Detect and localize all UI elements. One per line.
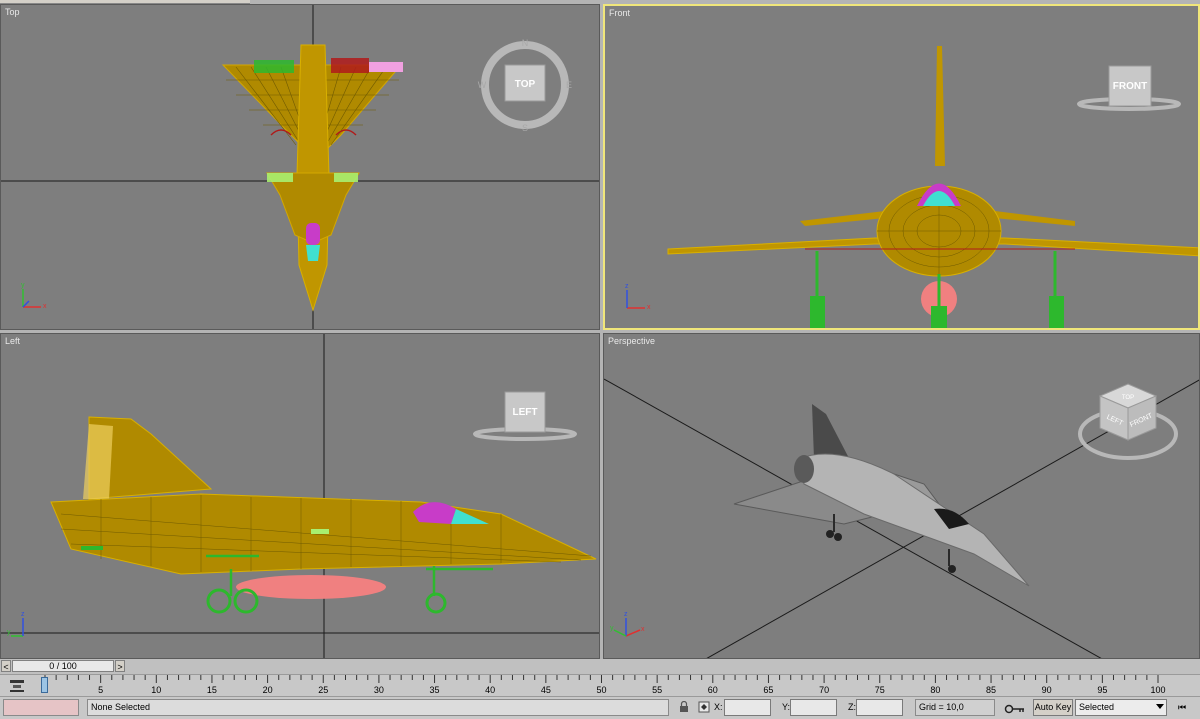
key-filter-dropdown[interactable]: Selected (1075, 699, 1167, 716)
track-bar-row: 5 10 15 20 25 30 35 40 45 50 55 60 65 70 75 80 85 90 95 100 (0, 674, 1200, 697)
track-bar[interactable]: 5 10 15 20 25 30 35 40 45 50 55 60 65 70 75 80 85 90 95 100 (40, 675, 1180, 697)
selection-prompt: None Selected (87, 699, 669, 716)
track-view-icon[interactable] (8, 678, 26, 694)
status-bar: None Selected X: Y: Z: Grid = 10,0 Auto … (0, 696, 1200, 719)
axis-tripod-left: y z (7, 611, 25, 637)
bottom-panel: < 0 / 100 > 5 10 15 20 25 30 35 40 45 50 55 60 65 70 7… (0, 659, 1200, 719)
viewport-label-top[interactable]: Top (5, 7, 20, 17)
viewcube-perspective[interactable]: TOP LEFT FRONT (1076, 378, 1186, 464)
timeline-tick-label: 100 (1150, 685, 1166, 695)
absolute-mode-icon[interactable] (698, 701, 710, 713)
x-label: X: (714, 702, 723, 712)
y-label: Y: (782, 702, 791, 712)
timeline-tick-label: 60 (707, 685, 718, 695)
y-coordinate-field[interactable] (790, 699, 837, 716)
viewcube-top-label: TOP (515, 79, 536, 90)
timeline-tick-label: 25 (318, 685, 329, 695)
key-filter-value: Selected (1079, 702, 1115, 712)
z-label: Z: (848, 702, 856, 712)
time-slider-next-button[interactable]: > (115, 660, 125, 672)
key-icon[interactable] (1004, 702, 1026, 716)
viewport-label-perspective[interactable]: Perspective (608, 336, 655, 346)
svg-text:y: y (7, 629, 11, 636)
svg-text:N: N (522, 39, 529, 48)
svg-text:z: z (625, 283, 629, 290)
timeline-tick-label: 5 (98, 685, 104, 695)
timeline-tick-label: 40 (485, 685, 496, 695)
svg-text:W: W (478, 80, 487, 90)
x-coordinate-field[interactable] (724, 699, 771, 716)
svg-text:S: S (522, 123, 528, 131)
svg-text:y: y (21, 282, 25, 289)
svg-text:TOP: TOP (1122, 395, 1134, 401)
timeline-tick-label: 65 (763, 685, 774, 695)
timeline-tick-label: 75 (874, 685, 885, 695)
timeline-tick-label: 30 (373, 685, 384, 695)
viewport-left[interactable]: Left LEFT y z (0, 333, 600, 659)
z-coordinate-field[interactable] (856, 699, 903, 716)
axis-tripod-front: x z (625, 283, 651, 311)
viewcube-front-label: FRONT (1113, 81, 1147, 92)
lock-icon[interactable] (678, 701, 690, 713)
timeline-tick-label: 45 (540, 685, 551, 695)
viewport-top[interactable]: Top TOP N E S W x y (0, 4, 600, 330)
axis-tripod-perspective: x y z (610, 611, 645, 637)
timeline-tick-label: 90 (1041, 685, 1052, 695)
viewport-perspective[interactable]: Perspective TOP LEFT FRONT x y z (603, 333, 1200, 659)
timeline-tick-label: 95 (1097, 685, 1108, 695)
viewport-label-left[interactable]: Left (5, 336, 20, 346)
timeline-tick-label: 80 (930, 685, 941, 695)
chevron-down-icon (1156, 704, 1164, 709)
svg-text:z: z (624, 611, 628, 618)
viewcube-left-label: LEFT (513, 407, 538, 418)
timeline-tick-label: 50 (596, 685, 607, 695)
aircraft-top-wireframe (221, 44, 403, 312)
timeline-tick-label: 20 (262, 685, 273, 695)
current-frame-indicator[interactable] (41, 677, 48, 693)
viewcube-left[interactable]: LEFT (473, 386, 583, 446)
viewport-front[interactable]: Front FRONT x z (603, 4, 1200, 330)
timeline-tick-label: 70 (819, 685, 830, 695)
auto-key-button[interactable]: Auto Key (1033, 699, 1073, 716)
grid-spacing: Grid = 10,0 (915, 699, 995, 716)
viewcube-top[interactable]: TOP N E S W (477, 39, 577, 131)
time-slider-row: < 0 / 100 > (0, 659, 1200, 674)
svg-text:E: E (566, 80, 572, 90)
timeline-tick-label: 35 (429, 685, 440, 695)
svg-text:y: y (610, 625, 614, 632)
svg-text:x: x (647, 304, 651, 311)
time-slider-thumb[interactable]: 0 / 100 (12, 660, 114, 672)
front-scene (667, 46, 1198, 328)
aircraft-perspective-shaded (733, 404, 1030, 587)
time-slider-prev-button[interactable]: < (1, 660, 11, 672)
axis-tripod-top: x y (21, 282, 47, 310)
timeline-tick-label: 55 (652, 685, 663, 695)
svg-text:x: x (43, 303, 47, 310)
left-scene (1, 334, 599, 658)
svg-text:x: x (641, 626, 645, 633)
timeline-tick-label: 10 (151, 685, 162, 695)
viewport-label-front[interactable]: Front (609, 8, 630, 18)
timeline-tick-label: 15 (206, 685, 217, 695)
timeline-tick-label: 85 (986, 685, 997, 695)
viewcube-front[interactable]: FRONT (1077, 58, 1187, 118)
goto-start-button[interactable]: ⏮ (1172, 700, 1192, 715)
maxscript-mini-listener[interactable] (3, 699, 79, 716)
svg-text:z: z (21, 611, 25, 618)
